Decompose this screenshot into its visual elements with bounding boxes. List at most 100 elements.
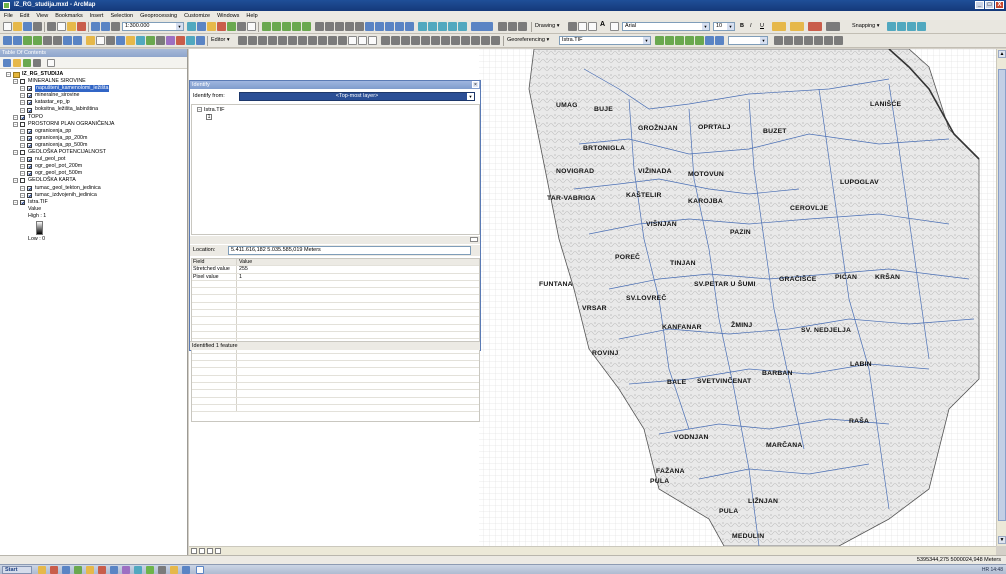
layer-visibility-checkbox[interactable] [27, 86, 32, 92]
taskbar-app-12-icon[interactable] [170, 566, 178, 574]
toc-layer-label[interactable]: tumac_izdvojenih_jedinica [35, 192, 97, 199]
expand-collapse-icon[interactable]: − [20, 164, 25, 170]
list-by-visibility-icon[interactable] [23, 59, 31, 67]
identify-tree-root[interactable]: − Istra.TIF [197, 107, 474, 114]
arcmap-taskbar-icon[interactable] [146, 566, 154, 574]
save-icon[interactable] [23, 22, 32, 31]
expand-collapse-icon[interactable]: − [20, 135, 25, 141]
taskbar-app-13-icon[interactable] [182, 566, 190, 574]
toolbar-tool-24-icon[interactable] [381, 36, 390, 45]
pan-icon[interactable] [23, 36, 32, 45]
effects-dropdown[interactable] [728, 36, 768, 45]
fixed-zoom-in-icon[interactable] [43, 36, 52, 45]
identify-tree-leaf[interactable]: 1 [197, 114, 474, 121]
catalog-window-icon[interactable] [207, 22, 216, 31]
expand-collapse-icon[interactable]: − [13, 199, 18, 205]
table-row[interactable]: Stretched value 255 [192, 266, 479, 274]
toc-layer-row[interactable]: − PROSTORNI PLAN OGRANIČENJA [6, 121, 185, 128]
bold-button[interactable]: B [740, 23, 744, 29]
select-elements-icon-2[interactable] [106, 36, 115, 45]
toolbar-tool-8-icon[interactable] [335, 22, 344, 31]
menu-windows[interactable]: Windows [217, 13, 239, 19]
toolbar-tool-4-icon[interactable] [292, 22, 301, 31]
georeference-layer-dropdown[interactable]: Istra.TIF [559, 36, 651, 45]
refresh-icon[interactable] [207, 548, 213, 554]
new-document-icon[interactable] [3, 22, 12, 31]
clear-selection-icon[interactable] [96, 36, 105, 45]
toc-layer-label[interactable]: TOPO [28, 114, 43, 121]
toolbar-tool-20-icon[interactable] [458, 22, 467, 31]
line-color-icon[interactable] [808, 22, 822, 31]
expand-collapse-icon[interactable]: − [13, 121, 18, 127]
add-control-points-icon[interactable] [685, 36, 694, 45]
sketch-properties-icon[interactable] [358, 36, 367, 45]
toolbar-tool-42-icon[interactable] [834, 36, 843, 45]
toolbar-tool-16-icon[interactable] [418, 22, 427, 31]
toolbar-tool-1-icon[interactable] [262, 22, 271, 31]
layer-visibility-checkbox[interactable] [27, 164, 32, 170]
select-features-icon[interactable] [86, 36, 95, 45]
time-slider-icon[interactable] [186, 36, 195, 45]
expand-collapse-icon[interactable]: − [20, 157, 25, 163]
table-row[interactable]: Pixel value 1 [192, 273, 479, 281]
value-column-header[interactable]: Value [237, 259, 479, 265]
menu-customize[interactable]: Customize [184, 13, 210, 19]
toc-layer-row[interactable]: − GEOLOŠKA KARTA [6, 177, 185, 184]
layer-visibility-checkbox[interactable] [27, 100, 32, 106]
select-elements-icon[interactable] [568, 22, 577, 31]
go-to-xy-icon[interactable] [176, 36, 185, 45]
taskbar-app-9-icon[interactable] [134, 566, 142, 574]
toolbar-tool-23-icon[interactable] [518, 22, 527, 31]
layer-visibility-checkbox[interactable] [27, 192, 32, 198]
toc-layer-label[interactable]: ogranicenja_pp_200m [35, 135, 87, 142]
list-by-source-icon[interactable] [13, 59, 21, 67]
copy-icon[interactable] [57, 22, 66, 31]
paste-icon[interactable] [67, 22, 76, 31]
edit-tool-icon[interactable] [238, 36, 247, 45]
html-popup-icon[interactable] [136, 36, 145, 45]
scroll-up-icon[interactable]: ▲ [998, 50, 1006, 58]
toc-layer-label[interactable]: ogranicenja_pp_500m [35, 142, 87, 149]
vertex-snapping-icon[interactable] [907, 22, 916, 31]
menu-selection[interactable]: Selection [110, 13, 133, 19]
layer-visibility-checkbox[interactable] [20, 79, 25, 85]
toolbar-tool-29-icon[interactable] [431, 36, 440, 45]
taskbar-app-7-icon[interactable] [110, 566, 118, 574]
toc-layer-row[interactable]: − Istra.TIF [6, 199, 185, 206]
layer-visibility-checkbox[interactable] [20, 150, 25, 156]
toolbar-tool-33-icon[interactable] [471, 36, 480, 45]
layer-visibility-checkbox[interactable] [20, 114, 25, 120]
taskbar-app-3-icon[interactable] [62, 566, 70, 574]
toolbar-tool-27-icon[interactable] [411, 36, 420, 45]
back-extent-icon[interactable] [63, 36, 72, 45]
toc-layer-label[interactable]: ogr_geol_pot_200m [35, 163, 82, 170]
drawing-menu[interactable]: Drawing ▾ [535, 23, 559, 29]
layer-visibility-checkbox[interactable] [27, 128, 32, 134]
toolbar-tool-36-icon[interactable] [774, 36, 783, 45]
expand-collapse-icon[interactable]: − [13, 114, 18, 120]
toolbar-tool-30-icon[interactable] [441, 36, 450, 45]
menu-insert[interactable]: Insert [90, 13, 104, 19]
expand-collapse-icon[interactable]: − [20, 128, 25, 134]
editor-toolbar-icon[interactable] [187, 22, 196, 31]
toc-layer-label[interactable]: Istra.TIF [28, 199, 48, 206]
taskbar-app-5-icon[interactable] [86, 566, 94, 574]
identify-from-dropdown[interactable]: <Top-most layer> [239, 92, 475, 101]
toolbar-tool-6-icon[interactable] [315, 22, 324, 31]
toolbar-tool-26-icon[interactable] [401, 36, 410, 45]
identify-icon[interactable] [116, 36, 125, 45]
toolbar-tool-32-icon[interactable] [461, 36, 470, 45]
layer-visibility-checkbox[interactable] [27, 107, 32, 113]
toolbar-tool-35-icon[interactable] [491, 36, 500, 45]
layer-visibility-checkbox[interactable] [27, 135, 32, 141]
zoom-in-icon[interactable] [3, 36, 12, 45]
cut-icon[interactable] [47, 22, 56, 31]
toc-layer-row[interactable]: − tumac_geol_tekton_jedinica [6, 185, 185, 192]
rectangle-icon[interactable] [588, 22, 597, 31]
toc-layer-label[interactable]: GEOLOŠKA POTENCIJALNOST [28, 149, 106, 156]
toolbar-tool-18-icon[interactable] [438, 22, 447, 31]
list-by-selection-icon[interactable] [33, 59, 41, 67]
toolbar-tool-14-icon[interactable] [395, 22, 404, 31]
point-icon[interactable] [288, 36, 297, 45]
list-by-drawing-order-icon[interactable] [3, 59, 11, 67]
